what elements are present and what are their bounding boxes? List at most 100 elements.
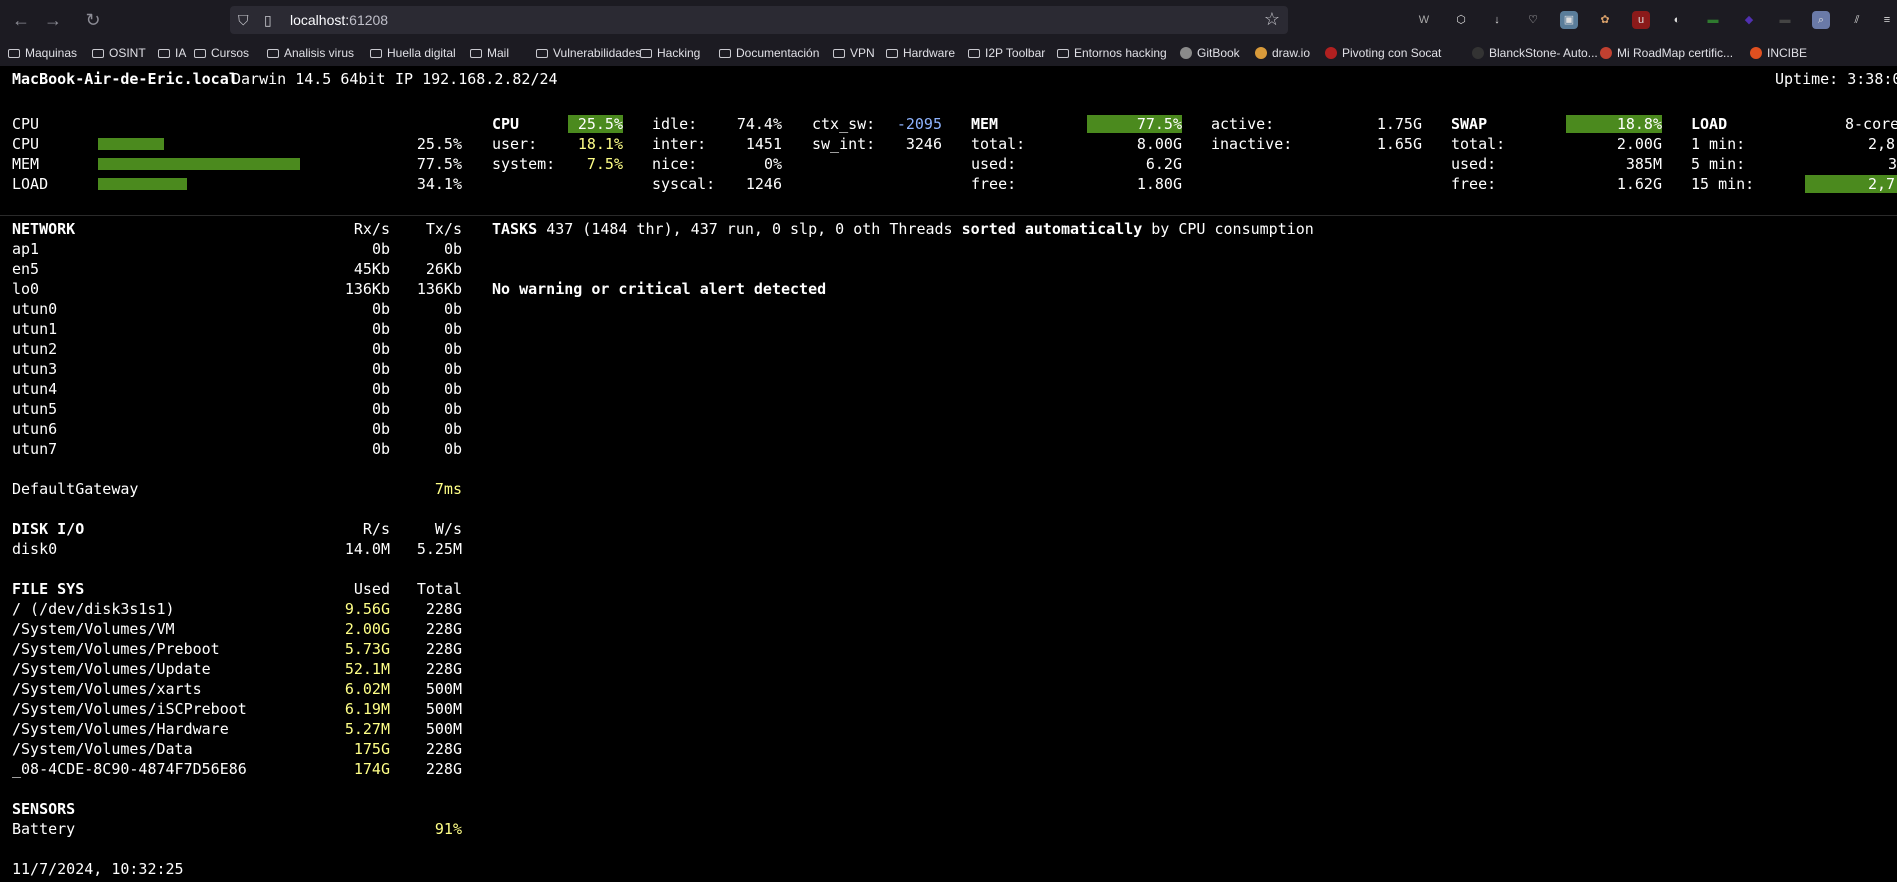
bookmark-vulnerabilidades[interactable]: Vulnerabilidades — [536, 46, 641, 60]
bookmark-entornos-hacking[interactable]: Entornos hacking — [1057, 46, 1167, 60]
extension-3-icon[interactable]: ◐ — [1668, 11, 1686, 29]
separator — [0, 215, 1897, 216]
swap-used-label: used: — [1451, 155, 1497, 173]
tasks-line: TASKS 437 (1484 thr), 437 run, 0 slp, 0 … — [492, 220, 1314, 238]
bookmark-pivoting-con-socat[interactable]: Pivoting con Socat — [1325, 46, 1441, 60]
bookmark-maquinas[interactable]: Maquinas — [8, 46, 77, 60]
bookmark-analisis-virus[interactable]: Analisis virus — [267, 46, 354, 60]
ublock-icon[interactable]: u — [1632, 11, 1650, 29]
folder-icon — [968, 49, 980, 58]
bookmark-label: GitBook — [1197, 46, 1240, 60]
menu-icon[interactable]: ≡ — [1878, 11, 1896, 29]
quicklook-label-mem: MEM — [12, 155, 40, 173]
bookmark-huella-digital[interactable]: Huella digital — [370, 46, 456, 60]
swap-percent: 18.8% — [1616, 115, 1662, 133]
bookmark-mail[interactable]: Mail — [470, 46, 509, 60]
sidebar-icon[interactable]: ⫽ — [1848, 11, 1866, 29]
cpu-total: 25.5% — [577, 115, 623, 133]
sensor-value: 91% — [434, 820, 462, 838]
fs-used-value: 175G — [353, 740, 390, 758]
forward-icon[interactable]: → — [42, 9, 64, 31]
network-interface-name: lo0 — [12, 280, 40, 298]
extension-4-icon[interactable]: ▬ — [1704, 11, 1722, 29]
load-15min-label: 15 min: — [1691, 175, 1755, 193]
network-interface-name: utun0 — [12, 300, 58, 318]
network-tx-value: 26Kb — [425, 260, 462, 278]
fs-total-header: Total — [416, 580, 462, 598]
bookmark-star-icon[interactable]: ☆ — [1264, 9, 1280, 30]
cpu-syscal: 1246 — [745, 175, 782, 193]
hostname: MacBook-Air-de-Eric.local — [12, 70, 238, 88]
mem-total-label: total: — [971, 135, 1026, 153]
datetime: 11/7/2024, 10:32:25 — [12, 860, 184, 878]
load-1min: 2,8 — [1868, 135, 1896, 153]
sensor-name: Battery — [12, 820, 76, 838]
bookmark-mi-roadmap-certific-[interactable]: Mi RoadMap certific... — [1600, 46, 1733, 60]
back-icon[interactable]: ← — [10, 9, 32, 31]
network-interface-name: utun1 — [12, 320, 58, 338]
bookmark-label: Vulnerabilidades — [553, 46, 642, 60]
extensions-icon[interactable]: ⬡ — [1452, 11, 1470, 29]
bookmark-gitbook[interactable]: GitBook — [1180, 46, 1240, 60]
extension-1-icon[interactable]: ▣ — [1560, 11, 1578, 29]
cpu-ctx-sw-label: ctx_sw: — [812, 115, 876, 133]
url-text[interactable]: localhost:61208 — [290, 12, 388, 28]
network-interface-name: utun5 — [12, 400, 58, 418]
bookmark-incibe[interactable]: INCIBE — [1750, 46, 1807, 60]
extension-6-icon[interactable]: ▬ — [1776, 11, 1794, 29]
cpu-inter-label: inter: — [652, 135, 707, 153]
bookmark-ia[interactable]: IA — [158, 46, 186, 60]
fs-mount-name: /System/Volumes/iSCPreboot — [12, 700, 247, 718]
mem-free-label: free: — [971, 175, 1017, 193]
bookmark-documentaci-n[interactable]: Documentación — [719, 46, 819, 60]
extension-2-icon[interactable]: ✿ — [1596, 11, 1614, 29]
network-tx-value: 0b — [443, 360, 462, 378]
fs-total-value: 228G — [425, 660, 462, 678]
network-interface-name: utun6 — [12, 420, 58, 438]
reload-icon[interactable]: ↻ — [82, 9, 104, 31]
folder-icon — [886, 49, 898, 58]
page-icon[interactable]: ▯ — [264, 11, 272, 29]
extension-7-icon[interactable]: ⌕ — [1812, 11, 1830, 29]
sensors-title: SENSORS — [12, 800, 76, 818]
os-info: Darwin 14.5 64bit — [232, 70, 386, 88]
extension-5-icon[interactable]: ◆ — [1740, 11, 1758, 29]
wikipedia-icon[interactable]: W — [1415, 11, 1433, 29]
bookmark-vpn[interactable]: VPN — [833, 46, 875, 60]
fs-used-header: Used — [353, 580, 390, 598]
bookmark-hardware[interactable]: Hardware — [886, 46, 955, 60]
bookmark-blanckstone-auto-[interactable]: BlanckStone- Auto... — [1472, 46, 1598, 60]
tasks-summary: 437 (1484 thr), 437 run, 0 slp, 0 oth Th… — [546, 220, 953, 238]
network-rx-value: 0b — [371, 320, 390, 338]
mem-inactive-label: inactive: — [1211, 135, 1293, 153]
swap-title: SWAP — [1451, 115, 1488, 133]
site-favicon-icon — [1325, 47, 1337, 59]
bookmark-cursos[interactable]: Cursos — [194, 46, 249, 60]
bookmark-draw-io[interactable]: draw.io — [1255, 46, 1310, 60]
downloads-icon[interactable]: ↓ — [1488, 11, 1506, 29]
network-rx-value: 0b — [371, 340, 390, 358]
network-tx-value: 0b — [443, 420, 462, 438]
bookmark-label: Entornos hacking — [1074, 46, 1167, 60]
url-bar[interactable]: ⛉ ▯ localhost:61208 ☆ — [230, 6, 1288, 34]
network-tx-value: 0b — [443, 300, 462, 318]
site-favicon-icon — [1750, 47, 1762, 59]
quicklook-bar-cpu — [98, 138, 164, 150]
network-rx-value: 136Kb — [344, 280, 390, 298]
cpu-system-label: system: — [492, 155, 556, 173]
bookmark-i2p-toolbar[interactable]: I2P Toolbar — [968, 46, 1045, 60]
folder-icon — [470, 49, 482, 58]
bookmark-osint[interactable]: OSINT — [92, 46, 146, 60]
mem-active-label: active: — [1211, 115, 1275, 133]
folder-icon — [370, 49, 382, 58]
bookmarks-bar: Maquinas OSINT IA Cursos Analisis virus Huell… — [0, 42, 1897, 64]
bookmark-label: Hardware — [903, 46, 956, 60]
network-tx-value: 0b — [443, 320, 462, 338]
shield-icon[interactable]: ⛉ — [238, 11, 249, 29]
network-tx-header: Tx/s — [425, 220, 462, 238]
bookmark-hacking[interactable]: Hacking — [640, 46, 700, 60]
fs-mount-name: /System/Volumes/Update — [12, 660, 211, 678]
fs-mount-name: /System/Volumes/Data — [12, 740, 193, 758]
pocket-icon[interactable]: ♡ — [1524, 11, 1542, 29]
folder-icon — [640, 49, 652, 58]
